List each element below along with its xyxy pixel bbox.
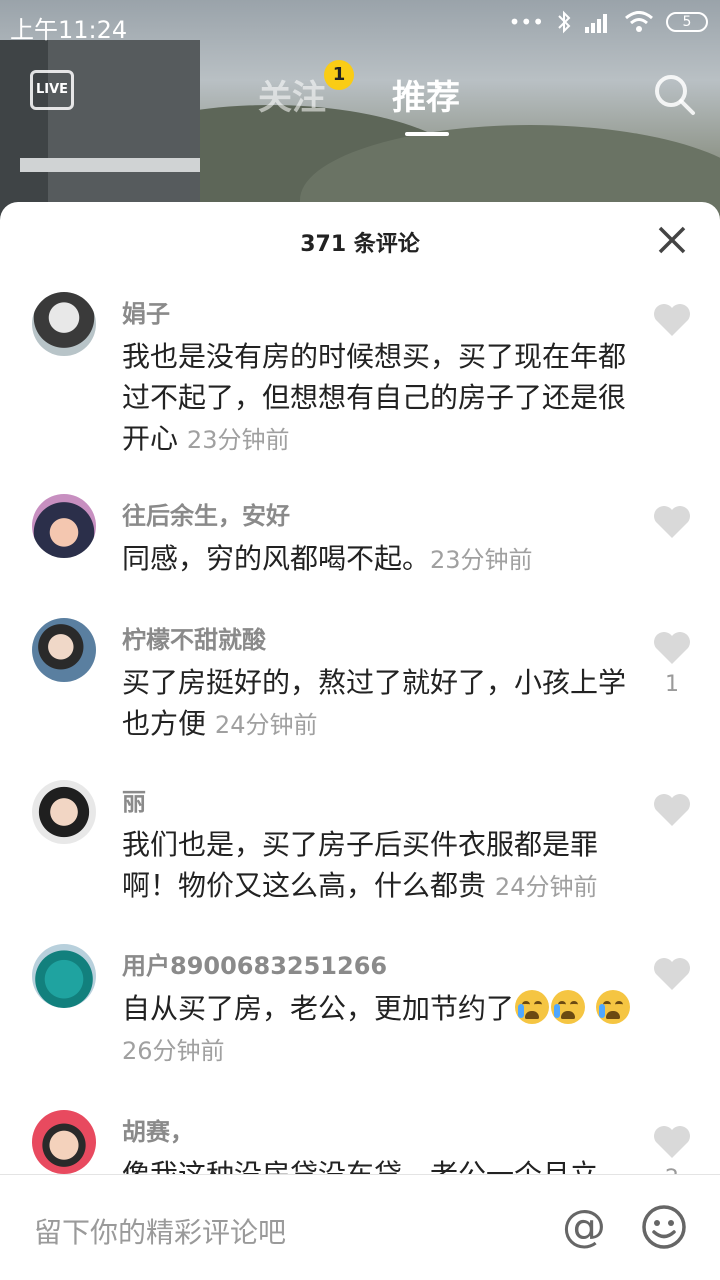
comment-item: 柠檬不甜就酸 买了房挺好的，熬过了就好了，小孩上学也方便 24分钟前 1 <box>0 618 720 768</box>
comment-text: 自从买了房，老公，更加节约了 26分钟前 <box>122 988 632 1072</box>
status-time: 上午11:24 <box>10 16 128 44</box>
comment-input-bar: 留下你的精彩评论吧 @ <box>0 1174 720 1280</box>
tab-recommend[interactable]: 推荐 <box>392 70 460 119</box>
like-count: 2 <box>650 1166 694 1174</box>
bluetooth-icon <box>558 10 571 34</box>
comment-text: 买了房挺好的，熬过了就好了，小孩上学也方便 24分钟前 <box>122 666 627 740</box>
comment-username[interactable]: 丽 <box>122 782 146 817</box>
comment-time: 24分钟前 <box>494 873 598 901</box>
comment-item: 娟子 我也是没有房的时候想买，买了现在年都过不起了，但想想有自己的房子了还是很开… <box>0 288 720 488</box>
comment-list[interactable]: 娟子 我也是没有房的时候想买，买了现在年都过不起了，但想想有自己的房子了还是很开… <box>0 288 720 1174</box>
live-icon[interactable]: LIVE <box>30 70 74 110</box>
avatar[interactable] <box>32 618 96 682</box>
top-navigation: LIVE 关注 1 推荐 <box>0 60 720 140</box>
avatar[interactable] <box>32 780 96 844</box>
comment-time: 23分钟前 <box>430 546 533 574</box>
status-bar: 上午11:24 ••• 5 <box>0 0 720 50</box>
comment-username[interactable]: 胡赛， <box>122 1112 194 1147</box>
heart-icon <box>654 1126 690 1158</box>
comment-username[interactable]: 用户8900683251266 <box>122 946 387 981</box>
comment-item: 胡赛， 像我这种没房贷没车贷，老公一个月立 2 <box>0 1110 720 1174</box>
comment-item: 往后余生，安好 同感，穷的风都喝不起。23分钟前 <box>0 494 720 604</box>
comment-text: 我也是没有房的时候想买，买了现在年都过不起了，但想想有自己的房子了还是很开心 2… <box>122 340 627 455</box>
comment-time: 26分钟前 <box>122 1037 225 1065</box>
wifi-icon <box>625 11 653 32</box>
crying-emoji-icon <box>515 990 550 1024</box>
follow-badge: 1 <box>324 60 354 90</box>
comment-username[interactable]: 柠檬不甜就酸 <box>122 620 266 655</box>
heart-icon <box>654 632 690 664</box>
avatar[interactable] <box>32 944 96 1008</box>
heart-icon <box>654 794 690 826</box>
comment-username[interactable]: 往后余生，安好 <box>122 496 290 531</box>
comments-sheet: 371 条评论 娟子 我也是没有房的时候想买，买了现在年都过不起了，但想想有自己… <box>0 202 720 1280</box>
status-icons: ••• 5 <box>509 10 708 34</box>
like-count: 1 <box>665 672 679 697</box>
crying-emoji-icon <box>551 990 586 1024</box>
comment-item: 丽 我们也是，买了房子后买件衣服都是罪啊！物价又这么高，什么都贵 24分钟前 <box>0 780 720 930</box>
like-button[interactable]: 1 <box>650 630 694 697</box>
emoji-picker-icon[interactable] <box>640 1203 688 1251</box>
comment-time: 23分钟前 <box>186 426 290 454</box>
like-button[interactable] <box>650 302 694 344</box>
battery-icon: 5 <box>666 12 708 32</box>
heart-icon <box>654 958 690 990</box>
like-button[interactable] <box>650 792 694 834</box>
comment-username[interactable]: 娟子 <box>122 294 170 329</box>
comment-item: 用户8900683251266 自从买了房，老公，更加节约了 26分钟前 <box>0 944 720 1094</box>
comment-text: 像我这种没房贷没车贷，老公一个月立 <box>122 1154 632 1174</box>
signal-dots-icon: ••• <box>508 10 544 34</box>
heart-icon <box>654 304 690 336</box>
active-tab-indicator <box>405 132 449 136</box>
heart-icon <box>654 506 690 538</box>
cell-signal-icon <box>585 14 607 33</box>
like-button[interactable] <box>650 956 694 998</box>
search-icon[interactable] <box>652 72 696 116</box>
avatar[interactable] <box>32 1110 96 1174</box>
crying-emoji-icon <box>595 990 630 1024</box>
comment-time: 24分钟前 <box>214 711 318 739</box>
mention-icon[interactable]: @ <box>560 1203 608 1251</box>
comment-text: 我们也是，买了房子后买件衣服都是罪啊！物价又这么高，什么都贵 24分钟前 <box>122 828 599 902</box>
tab-follow[interactable]: 关注 <box>258 70 326 119</box>
avatar[interactable] <box>32 494 96 558</box>
comment-input[interactable]: 留下你的精彩评论吧 <box>34 1211 286 1251</box>
comments-count-title: 371 条评论 <box>300 232 420 257</box>
avatar[interactable] <box>32 292 96 356</box>
like-button[interactable]: 2 <box>650 1124 694 1174</box>
like-button[interactable] <box>650 504 694 546</box>
close-icon[interactable] <box>656 224 688 256</box>
comment-text: 同感，穷的风都喝不起。23分钟前 <box>122 542 533 575</box>
